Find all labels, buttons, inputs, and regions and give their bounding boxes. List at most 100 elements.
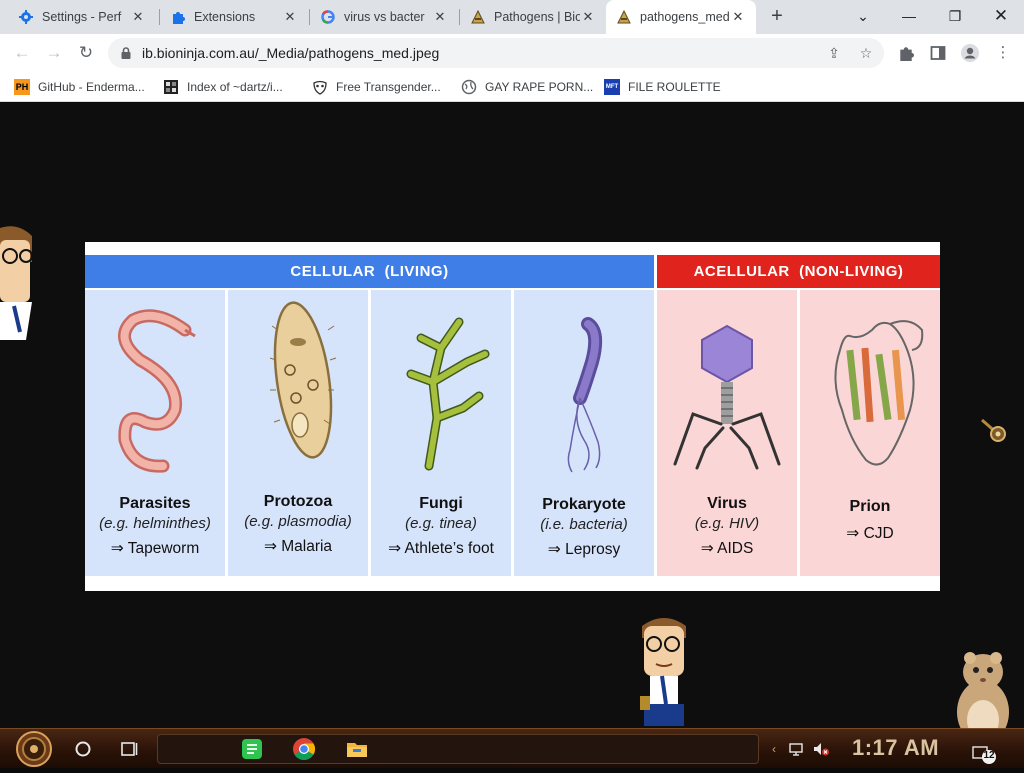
- side-panel-icon[interactable]: [927, 42, 949, 64]
- card-name: Virus: [707, 495, 747, 512]
- tapeworm-illustration: [118, 309, 196, 473]
- start-button[interactable]: [8, 730, 60, 768]
- tab-extensions[interactable]: Extensions ✕: [160, 0, 308, 34]
- network-icon[interactable]: [789, 741, 805, 757]
- spotify-app-icon[interactable]: [240, 737, 264, 761]
- profile-avatar-icon[interactable]: [959, 42, 981, 64]
- extensions-puzzle-icon[interactable]: [895, 42, 917, 64]
- task-view-icon[interactable]: [120, 739, 140, 759]
- close-icon[interactable]: ✕: [282, 9, 298, 25]
- card-protozoa: Protozoa (e.g. plasmodia) ⇒ Malaria: [228, 290, 368, 576]
- back-button[interactable]: ←: [8, 39, 36, 67]
- tray-overflow-chevron-icon[interactable]: ‹: [766, 741, 782, 757]
- minimize-button[interactable]: —: [886, 0, 932, 34]
- close-window-button[interactable]: ✕: [978, 0, 1024, 34]
- bacterium-illustration: [567, 317, 603, 473]
- search-circle-icon[interactable]: [74, 740, 92, 758]
- tab-settings[interactable]: Settings - Perf ✕: [8, 0, 156, 34]
- tab-strip: Settings - Perf ✕ Extensions ✕ virus vs …: [0, 0, 1024, 34]
- close-icon[interactable]: ✕: [580, 9, 596, 25]
- card-example: (e.g. tinea): [405, 515, 477, 532]
- volume-muted-icon[interactable]: [812, 741, 829, 757]
- bookmark-label: FILE ROULETTE: [628, 80, 721, 94]
- card-fungi: Fungi (e.g. tinea) ⇒ Athlete’s foot: [371, 290, 511, 576]
- ph-icon: PH: [14, 79, 30, 95]
- bacteriophage-illustration: [673, 324, 781, 470]
- close-icon[interactable]: ✕: [432, 9, 448, 25]
- maximize-button[interactable]: ❐: [932, 0, 978, 34]
- bookmark-file-roulette[interactable]: MFT FILE ROULETTE: [604, 78, 721, 96]
- index-icon: [163, 79, 179, 95]
- taskbar-clock[interactable]: 1:17 AM: [852, 735, 939, 761]
- card-name: Prion: [849, 498, 891, 515]
- bioninja-icon: [470, 9, 486, 25]
- reload-button[interactable]: ↻: [72, 39, 100, 67]
- prion-protein-illustration: [834, 320, 924, 466]
- card-name: Prokaryote: [542, 496, 626, 513]
- notification-center-icon[interactable]: 12: [972, 745, 998, 765]
- card-disease: ⇒ Athlete’s foot: [388, 540, 494, 557]
- steampunk-gear-cursor: [978, 414, 1010, 446]
- tab-pathogens[interactable]: Pathogens | Bio ✕: [460, 0, 606, 34]
- bookmark-free[interactable]: Free Transgender...: [312, 78, 441, 96]
- card-prion: Prion ⇒ CJD: [800, 290, 940, 576]
- card-virus: Virus (e.g. HIV) ⇒ AIDS: [657, 290, 797, 576]
- card-disease: ⇒ Leprosy: [547, 541, 621, 558]
- cartoon-character-center: [636, 612, 692, 728]
- card-example: (i.e. bacteria): [540, 516, 628, 533]
- forward-button[interactable]: →: [40, 39, 68, 67]
- puzzle-icon: [170, 9, 186, 25]
- header-cellular: CELLULAR (LIVING): [85, 255, 654, 288]
- tab-title: Extensions: [194, 10, 256, 24]
- tab-pathogens-image[interactable]: pathogens_med ✕: [606, 0, 756, 34]
- fungal-hyphae-illustration: [406, 317, 490, 471]
- page-viewport: CELLULAR (LIVING) ACELLULAR (NON-LIVING)…: [0, 103, 1024, 728]
- close-icon[interactable]: ✕: [730, 9, 746, 25]
- bookmark-label: GAY RAPE PORN...: [485, 80, 594, 94]
- paramecium-illustration: [269, 301, 337, 459]
- header-acellular: ACELLULAR (NON-LIVING): [657, 255, 940, 288]
- bookmark-star-icon[interactable]: ☆: [856, 43, 876, 63]
- card-example: (e.g. HIV): [694, 515, 760, 532]
- card-disease: ⇒ CJD: [846, 525, 894, 542]
- tab-search[interactable]: virus vs bacter ✕: [310, 0, 458, 34]
- card-prokaryote: Prokaryote (i.e. bacteria) ⇒ Leprosy: [514, 290, 654, 576]
- card-example: (e.g. helminthes): [99, 515, 211, 532]
- card-name: Fungi: [419, 495, 463, 512]
- globe-icon: [461, 79, 477, 95]
- file-explorer-app-icon[interactable]: [345, 737, 369, 761]
- mask-icon: [312, 79, 328, 95]
- bookmarks-bar: PH GitHub - Enderma... Index of ~dartz/i…: [0, 72, 1024, 102]
- tab-title: virus vs bacter: [344, 10, 425, 24]
- card-example: (e.g. plasmodia): [244, 513, 352, 530]
- card-name: Parasites: [119, 495, 191, 512]
- tab-title: Settings - Perf: [42, 10, 122, 24]
- tab-title: Pathogens | Bio: [494, 10, 580, 24]
- card-disease: ⇒ Tapeworm: [110, 540, 200, 557]
- mft-icon: MFT: [604, 79, 620, 95]
- tab-search-dropdown-icon[interactable]: ⌄: [840, 0, 886, 34]
- bioninja-icon: [616, 9, 632, 25]
- new-tab-button[interactable]: +: [765, 6, 789, 28]
- close-icon[interactable]: ✕: [130, 9, 146, 25]
- cartoon-character-left: [0, 222, 34, 340]
- address-bar[interactable]: ib.bioninja.com.au/_Media/pathogens_med.…: [108, 38, 884, 68]
- bookmark-index[interactable]: Index of ~dartz/i...: [163, 78, 283, 96]
- bookmark-globe[interactable]: GAY RAPE PORN...: [461, 78, 593, 96]
- lock-icon[interactable]: [119, 46, 133, 60]
- chrome-app-icon[interactable]: [292, 737, 316, 761]
- taskbar: ‹ 1:17 AM 12: [0, 728, 1024, 768]
- card-name: Protozoa: [263, 493, 333, 510]
- share-icon[interactable]: ⇪: [824, 43, 844, 63]
- notification-count: 12: [983, 750, 995, 761]
- menu-kebab-icon[interactable]: ⋮: [992, 42, 1014, 64]
- card-parasites: Parasites (e.g. helminthes) ⇒ Tapeworm: [85, 290, 225, 576]
- url-text: ib.bioninja.com.au/_Media/pathogens_med.…: [142, 45, 440, 61]
- card-disease: ⇒ AIDS: [700, 540, 754, 557]
- pathogen-diagram: CELLULAR (LIVING) ACELLULAR (NON-LIVING)…: [85, 242, 940, 591]
- card-disease: ⇒ Malaria: [263, 538, 333, 555]
- gear-icon: [18, 9, 34, 25]
- bookmark-label: Index of ~dartz/i...: [187, 80, 283, 94]
- bookmark-github[interactable]: PH GitHub - Enderma...: [14, 78, 145, 96]
- tab-title: pathogens_med: [640, 10, 730, 24]
